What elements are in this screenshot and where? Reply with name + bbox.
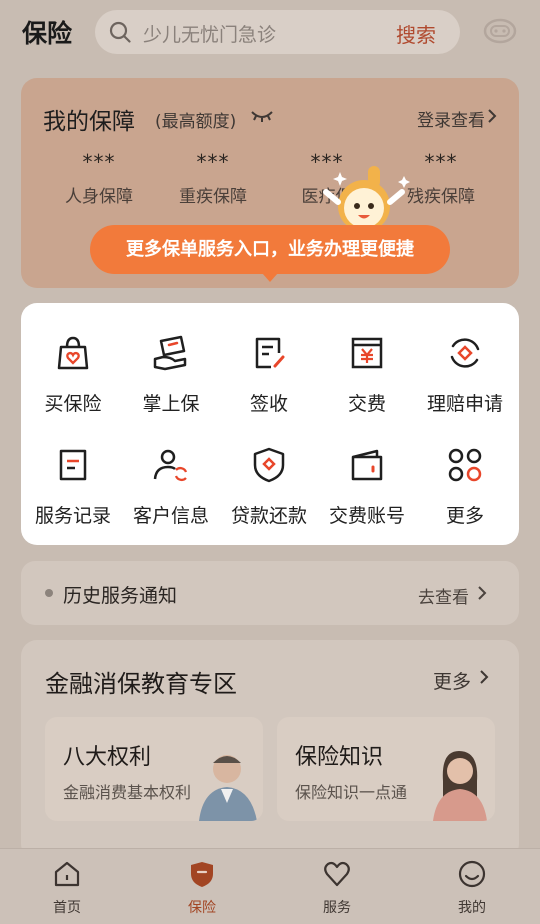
service-label: 签收 <box>249 393 288 415</box>
claim-cycle-icon <box>450 338 480 368</box>
robot-assistant-icon[interactable] <box>481 12 519 50</box>
heart-icon <box>324 861 350 887</box>
page-title: 保险 <box>22 19 73 48</box>
smile-icon <box>458 860 486 888</box>
tab-home[interactable]: 首页 <box>32 859 102 917</box>
tab-label: 服务 <box>323 900 351 916</box>
bottom-tab-bar: 首页 保险 服务 我的 <box>0 848 540 924</box>
protection-item[interactable]: *** 重疾保障 <box>163 150 263 207</box>
login-view-link[interactable]: 登录查看 <box>417 106 485 131</box>
shield-icon <box>191 862 213 887</box>
education-card[interactable]: 八大权利 金融消费基本权利 <box>45 717 263 821</box>
home-icon <box>54 861 80 887</box>
woman-presenter-image <box>433 751 487 821</box>
education-card[interactable]: 保险知识 保险知识一点通 <box>277 717 495 821</box>
protection-value: *** <box>82 150 116 174</box>
service-label: 客户信息 <box>132 505 209 527</box>
header: 保险 少儿无忧门急诊 搜索 <box>0 0 540 66</box>
protection-title: 我的保障 <box>43 109 135 135</box>
sign-doc-icon <box>255 337 285 369</box>
chevron-right-icon <box>480 670 489 684</box>
shopping-bag-heart-icon <box>57 336 89 370</box>
service-more[interactable]: 更多 <box>416 445 514 545</box>
tab-insurance[interactable]: 保险 <box>167 859 237 917</box>
service-label: 掌上保 <box>142 393 200 415</box>
service-mobile-insurance[interactable]: 掌上保 <box>122 333 220 433</box>
loan-shield-icon <box>253 447 285 483</box>
tab-label: 首页 <box>53 900 81 916</box>
customer-refresh-icon <box>153 449 188 481</box>
service-label: 交费 <box>347 393 386 415</box>
service-pay-account[interactable]: 交费账号 <box>318 445 416 545</box>
more-grid-icon <box>448 448 482 482</box>
notice-text: 历史服务通知 <box>63 585 178 607</box>
chevron-right-icon <box>478 586 487 600</box>
protection-value: *** <box>196 150 230 174</box>
education-section: 金融消保教育专区 更多 八大权利 金融消费基本权利 保险知识 保险知识一点通 <box>21 640 519 860</box>
service-label: 贷款还款 <box>230 505 307 527</box>
service-label: 服务记录 <box>34 505 111 527</box>
protection-label: 人身保障 <box>65 187 133 207</box>
service-label: 更多 <box>445 505 484 527</box>
service-label: 交费账号 <box>328 505 405 527</box>
service-buy-insurance[interactable]: 买保险 <box>24 333 122 433</box>
service-claim[interactable]: 理赔申请 <box>416 333 514 433</box>
service-customer-info[interactable]: 客户信息 <box>122 445 220 545</box>
chevron-right-icon <box>488 109 497 123</box>
service-sign[interactable]: 签收 <box>220 333 318 433</box>
service-records[interactable]: 服务记录 <box>24 445 122 545</box>
tooltip-text: 更多保单服务入口，业务办理更便捷 <box>126 239 414 260</box>
guide-tooltip: 更多保单服务入口，业务办理更便捷 <box>90 225 450 282</box>
card-subtitle: 保险知识一点通 <box>295 783 408 802</box>
protection-item[interactable]: *** 人身保障 <box>49 150 149 207</box>
record-doc-icon <box>59 449 87 481</box>
service-grid: 买保险 掌上保 签收 交费 理赔申请 服务记录 客户信息 贷款还款 交费账号 更… <box>21 303 519 545</box>
man-presenter-image <box>199 755 257 821</box>
education-more-link[interactable]: 更多 <box>433 667 471 694</box>
wallet-icon <box>351 449 383 481</box>
tab-label: 保险 <box>188 900 216 916</box>
protection-subtitle: (最高额度) <box>155 112 237 132</box>
eye-hidden-icon[interactable] <box>250 109 274 123</box>
service-loan-repay[interactable]: 贷款还款 <box>220 445 318 545</box>
protection-label: 重疾保障 <box>179 187 247 207</box>
mascot-character <box>323 166 410 232</box>
service-label: 理赔申请 <box>426 393 503 415</box>
hand-card-icon <box>153 335 187 371</box>
notice-link[interactable]: 去查看 <box>418 583 469 608</box>
card-title: 八大权利 <box>63 745 152 770</box>
search-icon <box>109 21 131 43</box>
pay-yuan-icon <box>351 337 383 369</box>
bullet-dot <box>45 589 53 597</box>
search-bar[interactable]: 少儿无忧门急诊 搜索 <box>95 10 460 54</box>
card-title: 保险知识 <box>295 745 384 770</box>
card-subtitle: 金融消费基本权利 <box>63 783 192 802</box>
service-label: 买保险 <box>44 393 102 415</box>
search-placeholder: 少儿无忧门急诊 <box>143 24 277 46</box>
tab-mine[interactable]: 我的 <box>437 859 507 917</box>
tab-label: 我的 <box>458 900 486 916</box>
tab-service[interactable]: 服务 <box>302 859 372 917</box>
education-title: 金融消保教育专区 <box>45 670 237 698</box>
service-pay[interactable]: 交费 <box>318 333 416 433</box>
search-button[interactable]: 搜索 <box>396 19 436 48</box>
history-notice[interactable]: 历史服务通知 去查看 <box>21 561 519 625</box>
